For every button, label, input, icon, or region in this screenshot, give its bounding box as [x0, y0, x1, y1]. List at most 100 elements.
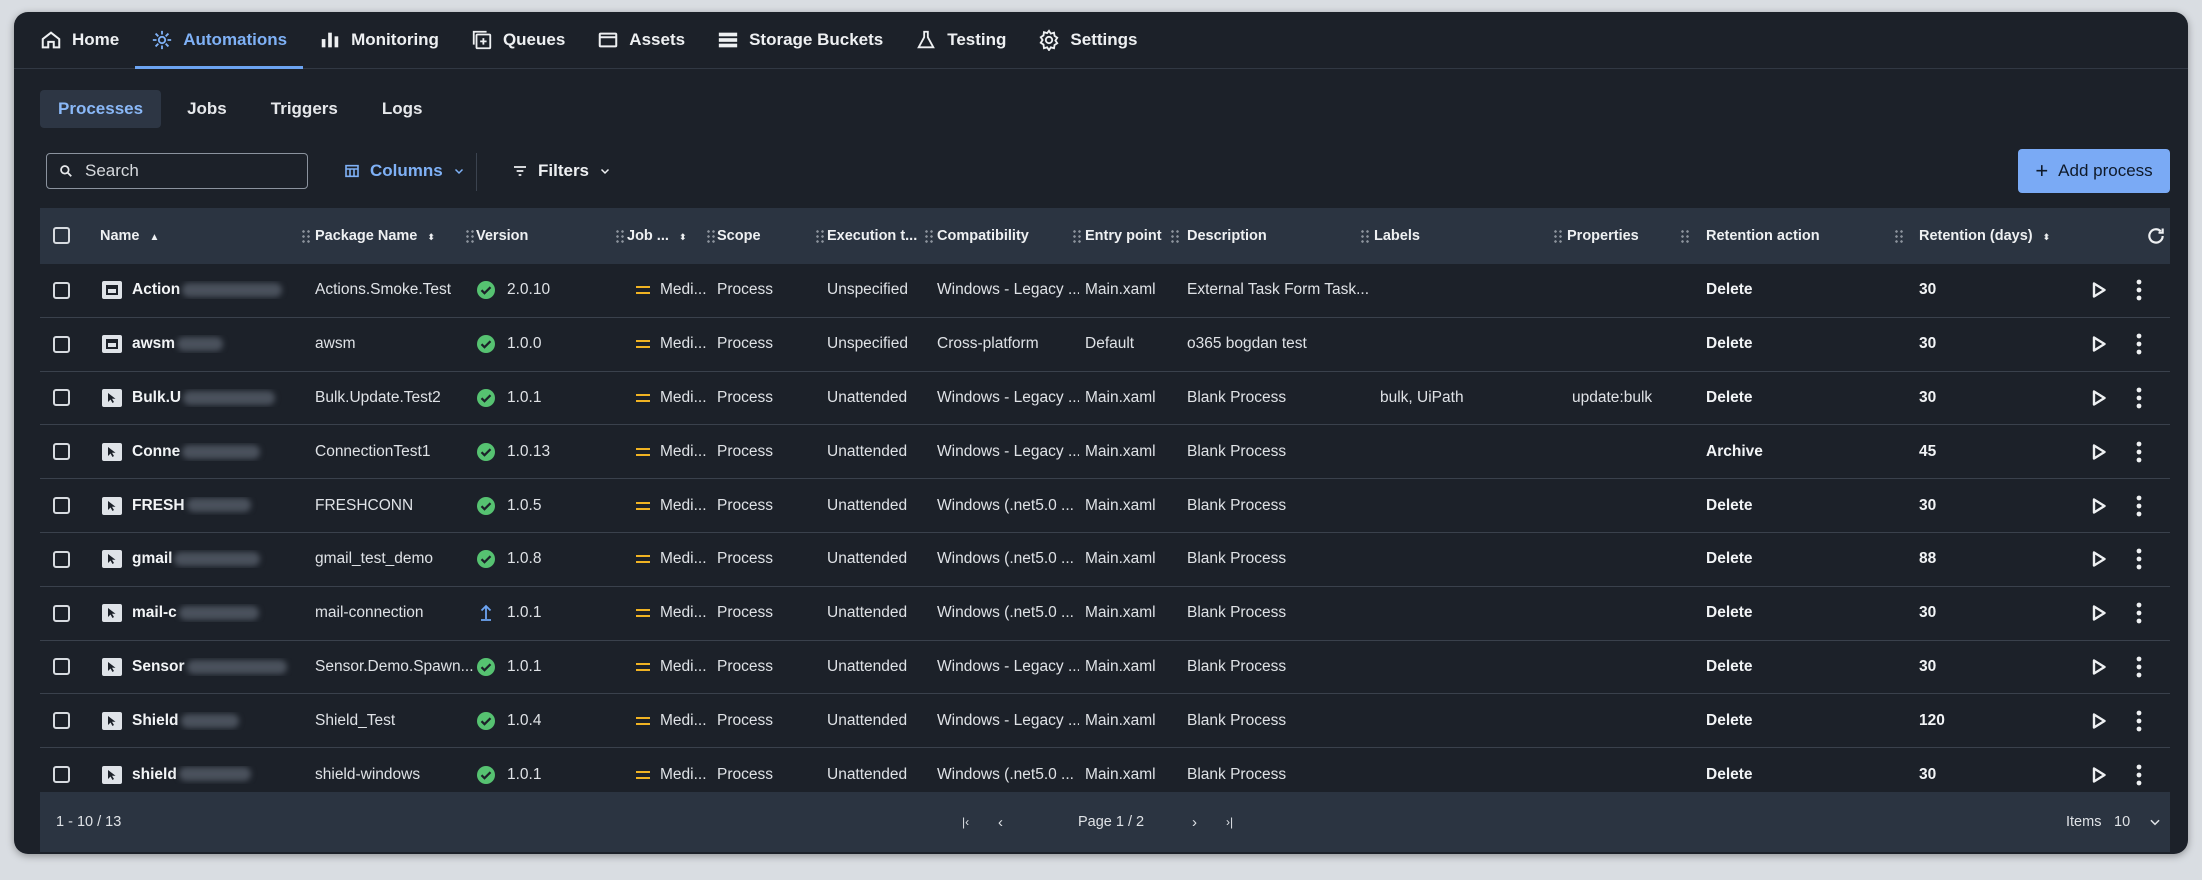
row-checkbox[interactable] [53, 335, 70, 353]
more-options-icon[interactable] [2136, 656, 2142, 678]
more-options-icon[interactable] [2136, 279, 2142, 301]
nav-storage-buckets[interactable]: Storage Buckets [701, 12, 899, 68]
header-labels[interactable]: Labels [1374, 228, 1420, 244]
search-input[interactable] [83, 160, 287, 182]
table-row[interactable]: gmail gmail_test_demo 1.0.8 Medi... Process U… [40, 533, 2170, 587]
column-resize-handle[interactable] [925, 229, 933, 243]
more-options-icon[interactable] [2136, 495, 2142, 517]
nav-testing[interactable]: Testing [899, 12, 1022, 68]
header-entry-point[interactable]: Entry point [1085, 228, 1162, 244]
tab-logs[interactable]: Logs [364, 90, 441, 128]
nav-assets[interactable]: Assets [581, 12, 701, 68]
table-row[interactable]: Action Actions.Smoke.Test 2.0.10 Medi... Pro… [40, 264, 2170, 318]
process-name[interactable]: Shield [132, 712, 292, 730]
more-options-icon[interactable] [2136, 441, 2142, 463]
column-resize-handle[interactable] [1681, 229, 1689, 243]
row-checkbox[interactable] [53, 443, 70, 461]
table-row[interactable]: Bulk.U Bulk.Update.Test2 1.0.1 Medi... Proce… [40, 372, 2170, 426]
select-all-checkbox[interactable] [53, 227, 70, 244]
header-name[interactable]: Name ▲ [100, 228, 159, 244]
more-options-icon[interactable] [2136, 387, 2142, 409]
row-checkbox[interactable] [53, 658, 70, 676]
header-retention-days[interactable]: Retention (days) ⬍ [1919, 228, 2050, 244]
run-play-icon[interactable] [2092, 766, 2106, 783]
more-options-icon[interactable] [2136, 710, 2142, 732]
more-options-icon[interactable] [2136, 602, 2142, 624]
table-row[interactable]: awsm awsm 1.0.0 Medi... Process Unspecified Cr… [40, 318, 2170, 372]
filters-button[interactable]: Filters [500, 153, 623, 189]
row-checkbox[interactable] [53, 550, 70, 568]
process-name[interactable]: FRESH [132, 497, 292, 515]
row-checkbox[interactable] [53, 766, 70, 784]
header-retention-action[interactable]: Retention action [1706, 228, 1820, 244]
first-page-icon[interactable]: |‹ [962, 792, 969, 852]
table-header: Name ▲ Package Name ⬍ Version Job ... ⬍ … [40, 208, 2170, 264]
table-row[interactable]: Conne ConnectionTest1 1.0.13 Medi... Process… [40, 425, 2170, 480]
table-row[interactable]: FRESH FRESHCONN 1.0.5 Medi... Process Unatten… [40, 479, 2170, 533]
process-name[interactable]: Conne [132, 443, 292, 461]
run-play-icon[interactable] [2092, 713, 2106, 729]
row-checkbox[interactable] [53, 281, 70, 299]
columns-button[interactable]: Columns [332, 153, 477, 189]
header-compatibility[interactable]: Compatibility [937, 228, 1029, 244]
process-name[interactable]: shield [132, 766, 292, 784]
header-package[interactable]: Package Name ⬍ [315, 228, 435, 244]
tab-triggers[interactable]: Triggers [253, 90, 356, 128]
nav-automations[interactable]: Automations [135, 12, 304, 69]
header-description[interactable]: Description [1187, 228, 1267, 244]
more-options-icon[interactable] [2136, 333, 2142, 355]
row-checkbox[interactable] [53, 604, 70, 622]
table-row[interactable]: mail-c mail-connection 1.0.1 Medi... Process… [40, 587, 2170, 641]
tab-jobs[interactable]: Jobs [169, 90, 245, 128]
column-resize-handle[interactable] [1361, 229, 1369, 243]
nav-monitoring[interactable]: Monitoring [303, 12, 455, 68]
run-play-icon[interactable] [2092, 390, 2106, 406]
run-play-icon[interactable] [2092, 282, 2106, 299]
row-checkbox[interactable] [53, 497, 70, 515]
run-play-icon[interactable] [2092, 659, 2106, 675]
process-name[interactable]: Bulk.U [132, 389, 292, 407]
refresh-icon[interactable] [2146, 226, 2166, 246]
next-page-icon[interactable]: › [1192, 792, 1197, 852]
run-play-icon[interactable] [2092, 444, 2106, 460]
process-name[interactable]: mail-c [132, 604, 292, 622]
process-name[interactable]: Action [132, 281, 292, 299]
column-resize-handle[interactable] [707, 229, 715, 243]
table-row[interactable]: Shield Shield_Test 1.0.4 Medi... Process Unat… [40, 694, 2170, 749]
header-properties[interactable]: Properties [1567, 228, 1639, 244]
add-process-button[interactable]: + Add process [2018, 149, 2170, 193]
tab-processes[interactable]: Processes [40, 90, 162, 128]
nav-home[interactable]: Home [24, 12, 135, 68]
upgrade-arrow-icon[interactable] [476, 603, 496, 623]
column-resize-handle[interactable] [1171, 229, 1179, 243]
column-resize-handle[interactable] [1073, 229, 1081, 243]
more-options-icon[interactable] [2136, 548, 2142, 570]
row-checkbox[interactable] [53, 389, 70, 407]
header-scope[interactable]: Scope [717, 228, 761, 244]
column-resize-handle[interactable] [1895, 229, 1903, 243]
run-play-icon[interactable] [2092, 336, 2106, 352]
last-page-icon[interactable]: ›| [1226, 792, 1233, 852]
process-name[interactable]: awsm [132, 335, 292, 353]
column-resize-handle[interactable] [1554, 229, 1562, 243]
prev-page-icon[interactable]: ‹ [998, 792, 1003, 852]
header-job-priority[interactable]: Job ... ⬍ [627, 228, 686, 244]
more-options-icon[interactable] [2136, 764, 2142, 786]
row-checkbox[interactable] [53, 712, 70, 730]
process-name[interactable]: gmail [132, 550, 292, 568]
run-play-icon[interactable] [2092, 605, 2106, 621]
nav-settings[interactable]: Settings [1022, 12, 1153, 68]
header-execution-type[interactable]: Execution t... [827, 228, 917, 244]
column-resize-handle[interactable] [616, 229, 624, 243]
run-play-icon[interactable] [2092, 497, 2106, 514]
column-resize-handle[interactable] [302, 229, 310, 243]
column-resize-handle[interactable] [466, 229, 474, 243]
process-name[interactable]: Sensor [132, 658, 292, 676]
header-version[interactable]: Version [476, 228, 528, 244]
run-play-icon[interactable] [2092, 551, 2106, 568]
nav-queues[interactable]: Queues [455, 12, 581, 68]
scope: Process [717, 388, 773, 406]
table-row[interactable]: Sensor Sensor.Demo.Spawn... 1.0.1 Medi... Pr… [40, 641, 2170, 695]
column-resize-handle[interactable] [816, 229, 824, 243]
items-per-page-select[interactable]: 10 [2114, 792, 2162, 852]
